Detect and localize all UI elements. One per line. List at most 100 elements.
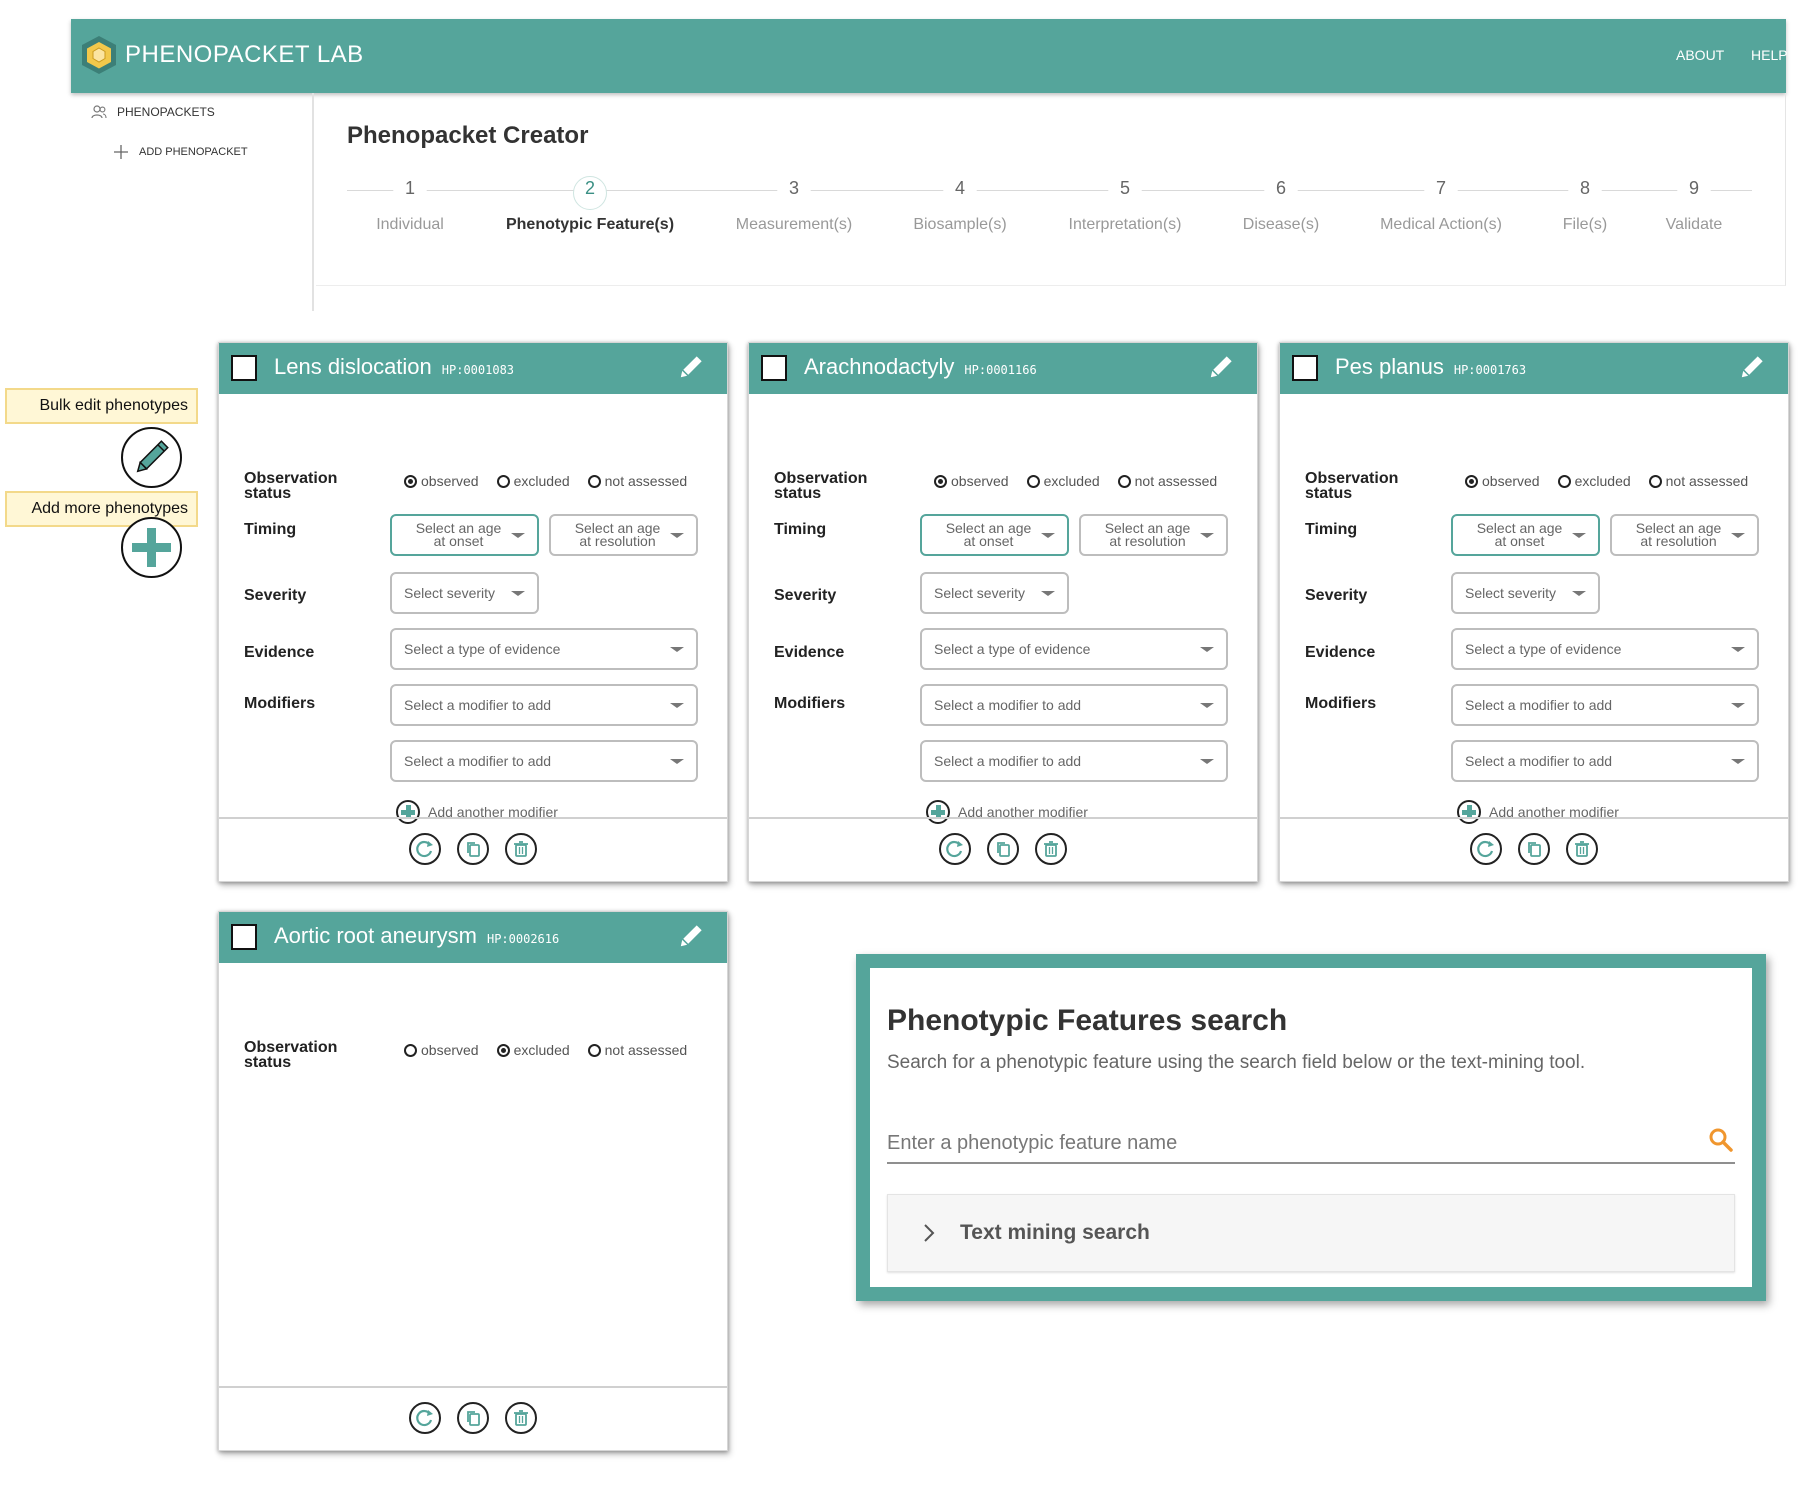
- age-at-onset-select[interactable]: Select an age at onset: [920, 514, 1069, 556]
- step-4-number[interactable]: 4: [945, 178, 975, 199]
- radio-dot: [404, 1043, 417, 1057]
- age-at-resolution-select[interactable]: Select an age at resolution: [1079, 514, 1228, 556]
- select-checkbox[interactable]: [231, 924, 257, 950]
- age-at-resolution-select[interactable]: Select an age at resolution: [1610, 514, 1759, 556]
- evidence-select[interactable]: Select a type of evidence: [1451, 628, 1759, 670]
- observation-status-radios: observed excluded not assessed: [404, 1042, 687, 1058]
- hpo-id: HP:0002616: [486, 932, 560, 946]
- select-checkbox[interactable]: [1292, 355, 1318, 381]
- severity-select[interactable]: Select severity: [920, 572, 1069, 614]
- radio-label: not assessed: [604, 1042, 688, 1058]
- step-5-number[interactable]: 5: [1110, 178, 1140, 199]
- bulk-edit-button[interactable]: [121, 427, 182, 488]
- pencil-icon[interactable]: [675, 353, 705, 383]
- reset-icon[interactable]: [409, 833, 441, 865]
- reset-icon[interactable]: [409, 1402, 441, 1434]
- reset-icon[interactable]: [939, 833, 971, 865]
- chevron-down-icon: [1572, 591, 1586, 596]
- radio-excluded[interactable]: excluded: [1557, 473, 1631, 489]
- select-text: Select a modifier to add: [404, 697, 552, 713]
- severity-select[interactable]: Select severity: [1451, 572, 1600, 614]
- step-1-label[interactable]: Individual: [376, 216, 444, 234]
- step-7-number[interactable]: 7: [1426, 178, 1456, 199]
- radio-observed[interactable]: observed: [1465, 473, 1540, 489]
- evidence-select[interactable]: Select a type of evidence: [390, 628, 698, 670]
- age-at-resolution-select[interactable]: Select an age at resolution: [549, 514, 698, 556]
- pencil-icon[interactable]: [1736, 353, 1766, 383]
- copy-icon[interactable]: [987, 833, 1019, 865]
- radio-label: observed: [421, 1042, 479, 1058]
- select-checkbox[interactable]: [231, 355, 257, 381]
- age-at-onset-select[interactable]: Select an age at onset: [1451, 514, 1600, 556]
- pencil-icon[interactable]: [675, 922, 705, 952]
- modifier-select[interactable]: Select a modifier to add: [1451, 740, 1759, 782]
- copy-icon[interactable]: [1518, 833, 1550, 865]
- step-2-number[interactable]: 2: [575, 178, 605, 199]
- radio-not-assessed[interactable]: not assessed: [1117, 473, 1217, 489]
- trash-icon[interactable]: [505, 1402, 537, 1434]
- people-icon: [91, 105, 107, 119]
- pencil-icon[interactable]: [1205, 353, 1235, 383]
- modifier-select[interactable]: Select a modifier to add: [1451, 684, 1759, 726]
- modifier-select[interactable]: Select a modifier to add: [390, 684, 698, 726]
- step-9-label[interactable]: Validate: [1666, 216, 1723, 234]
- radio-observed[interactable]: observed: [934, 473, 1009, 489]
- severity-label: Severity: [1305, 587, 1368, 604]
- modifier-select[interactable]: Select a modifier to add: [920, 684, 1228, 726]
- trash-icon[interactable]: [1035, 833, 1067, 865]
- sidebar-item-add-phenopacket[interactable]: ADD PHENOPACKET: [113, 144, 248, 160]
- evidence-select[interactable]: Select a type of evidence: [920, 628, 1228, 670]
- select-checkbox[interactable]: [761, 355, 787, 381]
- radio-excluded[interactable]: excluded: [1026, 473, 1100, 489]
- select-text: at resolution: [1640, 533, 1717, 549]
- observation-status-label: Observation status: [244, 470, 338, 502]
- step-6-number[interactable]: 6: [1266, 178, 1296, 199]
- step-2-label[interactable]: Phenotypic Feature(s): [506, 216, 674, 234]
- radio-observed[interactable]: observed: [404, 1042, 479, 1058]
- radio-label: excluded: [1043, 473, 1100, 489]
- select-text: Select a type of evidence: [404, 641, 561, 657]
- radio-observed[interactable]: observed: [404, 473, 479, 489]
- search-icon[interactable]: [1707, 1126, 1735, 1154]
- modifier-select[interactable]: Select a modifier to add: [920, 740, 1228, 782]
- phenotype-card: Arachnodactyly HP:0001166 Observation sta…: [748, 342, 1258, 882]
- radio-excluded[interactable]: excluded: [496, 1042, 570, 1058]
- step-4-label[interactable]: Biosample(s): [913, 216, 1006, 234]
- radio-not-assessed[interactable]: not assessed: [1648, 473, 1748, 489]
- trash-icon[interactable]: [505, 833, 537, 865]
- step-9-number[interactable]: 9: [1679, 178, 1709, 199]
- radio-not-assessed[interactable]: not assessed: [587, 473, 687, 489]
- add-phenotype-button[interactable]: [121, 517, 182, 578]
- nav-help[interactable]: HELP: [1751, 47, 1788, 63]
- app-title: PHENOPACKET LAB: [125, 41, 364, 68]
- copy-icon[interactable]: [457, 1402, 489, 1434]
- search-title: Phenotypic Features search: [887, 1004, 1288, 1037]
- radio-label: observed: [421, 473, 479, 489]
- text-mining-accordion[interactable]: Text mining search: [887, 1194, 1735, 1272]
- select-text: Select a modifier to add: [934, 753, 1082, 769]
- copy-icon[interactable]: [457, 833, 489, 865]
- radio-label: excluded: [513, 1042, 570, 1058]
- age-at-onset-select[interactable]: Select an age at onset: [390, 514, 539, 556]
- step-3-number[interactable]: 3: [779, 178, 809, 199]
- step-8-number[interactable]: 8: [1570, 178, 1600, 199]
- step-6-label[interactable]: Disease(s): [1243, 216, 1319, 234]
- sidebar-item-phenopackets[interactable]: PHENOPACKETS: [91, 105, 215, 119]
- phenotypic-feature-search-input[interactable]: Enter a phenotypic feature name: [887, 1124, 1735, 1164]
- select-text: at resolution: [579, 533, 656, 549]
- step-8-label[interactable]: File(s): [1563, 216, 1607, 234]
- radio-dot: [496, 1043, 510, 1057]
- modifier-select[interactable]: Select a modifier to add: [390, 740, 698, 782]
- radio-not-assessed[interactable]: not assessed: [587, 1042, 688, 1058]
- nav-about[interactable]: ABOUT: [1676, 47, 1724, 63]
- step-5-label[interactable]: Interpretation(s): [1069, 216, 1182, 234]
- radio-excluded[interactable]: excluded: [496, 473, 570, 489]
- trash-icon[interactable]: [1566, 833, 1598, 865]
- step-7-label[interactable]: Medical Action(s): [1380, 216, 1502, 234]
- radio-dot: [1557, 474, 1571, 488]
- step-3-label[interactable]: Measurement(s): [736, 216, 852, 234]
- step-1-number[interactable]: 1: [395, 178, 425, 199]
- severity-select[interactable]: Select severity: [390, 572, 539, 614]
- timing-label: Timing: [244, 521, 297, 538]
- reset-icon[interactable]: [1470, 833, 1502, 865]
